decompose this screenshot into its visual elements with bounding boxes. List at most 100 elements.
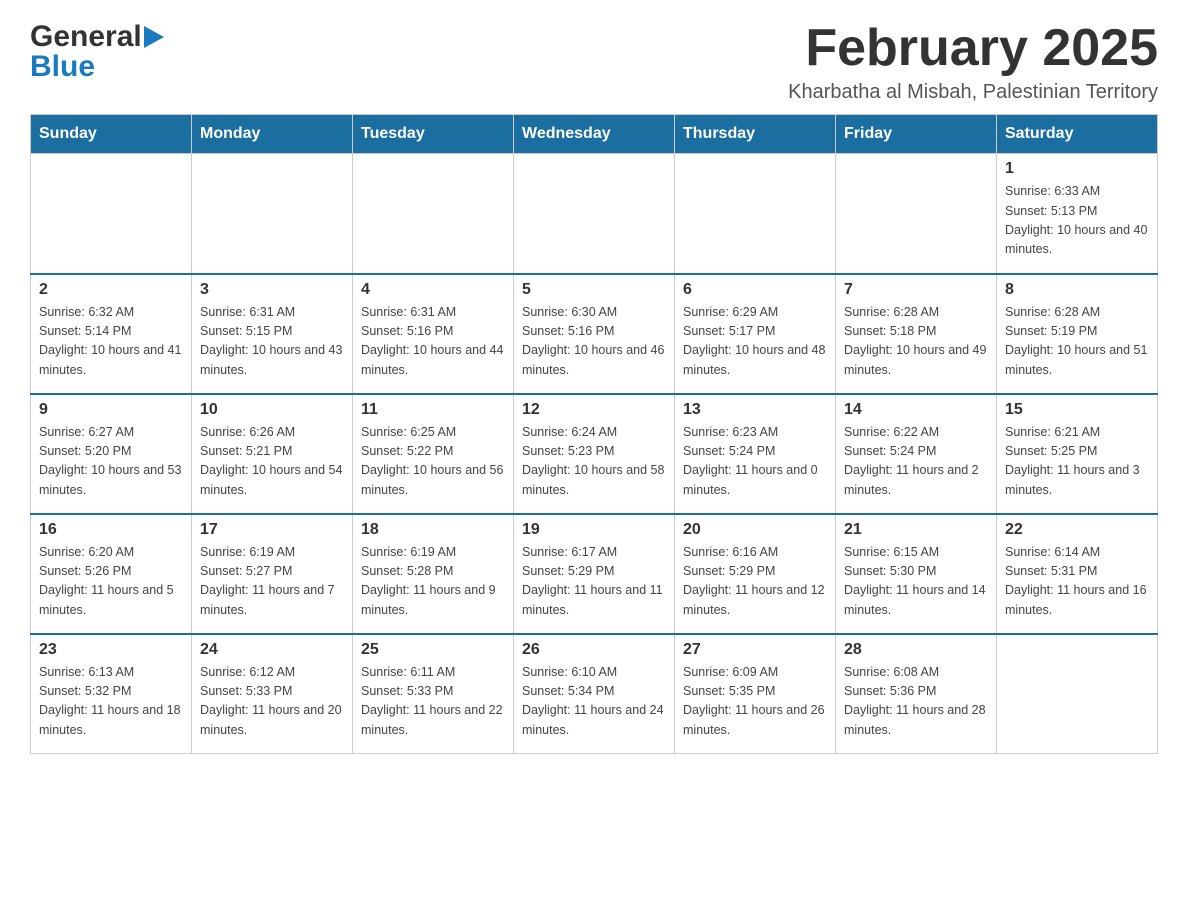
day-info: Sunrise: 6:19 AM Sunset: 5:28 PM Dayligh…	[361, 543, 505, 621]
calendar-cell	[353, 154, 514, 274]
calendar-cell	[675, 154, 836, 274]
calendar-title: February 2025	[788, 20, 1158, 77]
calendar-cell: 3 Sunrise: 6:31 AM Sunset: 5:15 PM Daylig…	[192, 274, 353, 394]
day-info: Sunrise: 6:27 AM Sunset: 5:20 PM Dayligh…	[39, 423, 183, 501]
day-number: 4	[361, 281, 505, 299]
day-info: Sunrise: 6:17 AM Sunset: 5:29 PM Dayligh…	[522, 543, 666, 621]
calendar-cell: 2 Sunrise: 6:32 AM Sunset: 5:14 PM Daylig…	[31, 274, 192, 394]
day-number: 6	[683, 281, 827, 299]
day-info: Sunrise: 6:15 AM Sunset: 5:30 PM Dayligh…	[844, 543, 988, 621]
day-info: Sunrise: 6:28 AM Sunset: 5:18 PM Dayligh…	[844, 303, 988, 381]
calendar-week-row: 16 Sunrise: 6:20 AM Sunset: 5:26 PM Dayli…	[31, 514, 1158, 634]
day-number: 5	[522, 281, 666, 299]
logo-blue-section	[142, 26, 166, 48]
day-number: 23	[39, 641, 183, 659]
header-monday: Monday	[192, 115, 353, 154]
calendar-week-row: 9 Sunrise: 6:27 AM Sunset: 5:20 PM Daylig…	[31, 394, 1158, 514]
day-info: Sunrise: 6:33 AM Sunset: 5:13 PM Dayligh…	[1005, 182, 1149, 260]
day-number: 21	[844, 521, 988, 539]
calendar-week-row: 1 Sunrise: 6:33 AM Sunset: 5:13 PM Daylig…	[31, 154, 1158, 274]
day-info: Sunrise: 6:31 AM Sunset: 5:16 PM Dayligh…	[361, 303, 505, 381]
header-sunday: Sunday	[31, 115, 192, 154]
calendar-subtitle: Kharbatha al Misbah, Palestinian Territo…	[788, 81, 1158, 104]
calendar-cell: 22 Sunrise: 6:14 AM Sunset: 5:31 PM Dayli…	[997, 514, 1158, 634]
calendar-cell: 16 Sunrise: 6:20 AM Sunset: 5:26 PM Dayli…	[31, 514, 192, 634]
day-number: 18	[361, 521, 505, 539]
header-thursday: Thursday	[675, 115, 836, 154]
day-number: 26	[522, 641, 666, 659]
day-number: 7	[844, 281, 988, 299]
day-info: Sunrise: 6:23 AM Sunset: 5:24 PM Dayligh…	[683, 423, 827, 501]
day-info: Sunrise: 6:12 AM Sunset: 5:33 PM Dayligh…	[200, 663, 344, 741]
day-number: 2	[39, 281, 183, 299]
calendar-cell: 5 Sunrise: 6:30 AM Sunset: 5:16 PM Daylig…	[514, 274, 675, 394]
day-number: 9	[39, 401, 183, 419]
page-header: General Blue February 2025 Kharbatha al …	[30, 20, 1158, 104]
day-info: Sunrise: 6:19 AM Sunset: 5:27 PM Dayligh…	[200, 543, 344, 621]
calendar-cell: 28 Sunrise: 6:08 AM Sunset: 5:36 PM Dayli…	[836, 634, 997, 754]
calendar-title-area: February 2025 Kharbatha al Misbah, Pales…	[788, 20, 1158, 104]
day-info: Sunrise: 6:24 AM Sunset: 5:23 PM Dayligh…	[522, 423, 666, 501]
day-info: Sunrise: 6:21 AM Sunset: 5:25 PM Dayligh…	[1005, 423, 1149, 501]
day-info: Sunrise: 6:13 AM Sunset: 5:32 PM Dayligh…	[39, 663, 183, 741]
day-number: 13	[683, 401, 827, 419]
calendar-cell: 4 Sunrise: 6:31 AM Sunset: 5:16 PM Daylig…	[353, 274, 514, 394]
calendar-cell: 26 Sunrise: 6:10 AM Sunset: 5:34 PM Dayli…	[514, 634, 675, 754]
calendar-cell: 19 Sunrise: 6:17 AM Sunset: 5:29 PM Dayli…	[514, 514, 675, 634]
calendar-cell	[192, 154, 353, 274]
day-number: 12	[522, 401, 666, 419]
header-tuesday: Tuesday	[353, 115, 514, 154]
day-info: Sunrise: 6:20 AM Sunset: 5:26 PM Dayligh…	[39, 543, 183, 621]
weekday-header-row: Sunday Monday Tuesday Wednesday Thursday…	[31, 115, 1158, 154]
calendar-cell: 6Sunrise: 6:29 AM Sunset: 5:17 PM Daylig…	[675, 274, 836, 394]
calendar-table: Sunday Monday Tuesday Wednesday Thursday…	[30, 114, 1158, 754]
day-number: 27	[683, 641, 827, 659]
day-info: Sunrise: 6:08 AM Sunset: 5:36 PM Dayligh…	[844, 663, 988, 741]
calendar-cell: 10 Sunrise: 6:26 AM Sunset: 5:21 PM Dayli…	[192, 394, 353, 514]
day-info: Sunrise: 6:10 AM Sunset: 5:34 PM Dayligh…	[522, 663, 666, 741]
header-saturday: Saturday	[997, 115, 1158, 154]
calendar-cell: 25Sunrise: 6:11 AM Sunset: 5:33 PM Dayli…	[353, 634, 514, 754]
day-info: Sunrise: 6:32 AM Sunset: 5:14 PM Dayligh…	[39, 303, 183, 381]
logo: General Blue	[30, 20, 166, 84]
calendar-cell: 8Sunrise: 6:28 AM Sunset: 5:19 PM Daylig…	[997, 274, 1158, 394]
day-info: Sunrise: 6:31 AM Sunset: 5:15 PM Dayligh…	[200, 303, 344, 381]
calendar-week-row: 23 Sunrise: 6:13 AM Sunset: 5:32 PM Dayli…	[31, 634, 1158, 754]
day-number: 1	[1005, 160, 1149, 178]
calendar-cell	[997, 634, 1158, 754]
day-number: 10	[200, 401, 344, 419]
day-number: 17	[200, 521, 344, 539]
calendar-cell: 14 Sunrise: 6:22 AM Sunset: 5:24 PM Dayli…	[836, 394, 997, 514]
calendar-cell: 24 Sunrise: 6:12 AM Sunset: 5:33 PM Dayli…	[192, 634, 353, 754]
logo-general-text: General	[30, 20, 142, 54]
day-info: Sunrise: 6:30 AM Sunset: 5:16 PM Dayligh…	[522, 303, 666, 381]
logo-arrow-icon	[144, 26, 164, 48]
logo-blue-text: Blue	[30, 50, 95, 84]
day-info: Sunrise: 6:14 AM Sunset: 5:31 PM Dayligh…	[1005, 543, 1149, 621]
day-number: 3	[200, 281, 344, 299]
day-number: 22	[1005, 521, 1149, 539]
day-number: 28	[844, 641, 988, 659]
day-info: Sunrise: 6:11 AM Sunset: 5:33 PM Dayligh…	[361, 663, 505, 741]
calendar-week-row: 2 Sunrise: 6:32 AM Sunset: 5:14 PM Daylig…	[31, 274, 1158, 394]
day-number: 8	[1005, 281, 1149, 299]
calendar-cell: 27 Sunrise: 6:09 AM Sunset: 5:35 PM Dayli…	[675, 634, 836, 754]
day-info: Sunrise: 6:26 AM Sunset: 5:21 PM Dayligh…	[200, 423, 344, 501]
day-number: 16	[39, 521, 183, 539]
day-info: Sunrise: 6:09 AM Sunset: 5:35 PM Dayligh…	[683, 663, 827, 741]
calendar-cell: 17 Sunrise: 6:19 AM Sunset: 5:27 PM Dayli…	[192, 514, 353, 634]
day-info: Sunrise: 6:22 AM Sunset: 5:24 PM Dayligh…	[844, 423, 988, 501]
header-wednesday: Wednesday	[514, 115, 675, 154]
calendar-cell	[514, 154, 675, 274]
day-number: 20	[683, 521, 827, 539]
day-number: 24	[200, 641, 344, 659]
day-number: 19	[522, 521, 666, 539]
calendar-cell: 13 Sunrise: 6:23 AM Sunset: 5:24 PM Dayli…	[675, 394, 836, 514]
calendar-cell: 20Sunrise: 6:16 AM Sunset: 5:29 PM Dayli…	[675, 514, 836, 634]
day-number: 14	[844, 401, 988, 419]
calendar-cell: 15Sunrise: 6:21 AM Sunset: 5:25 PM Dayli…	[997, 394, 1158, 514]
calendar-cell: 9 Sunrise: 6:27 AM Sunset: 5:20 PM Daylig…	[31, 394, 192, 514]
calendar-cell	[836, 154, 997, 274]
calendar-cell	[31, 154, 192, 274]
calendar-cell: 7 Sunrise: 6:28 AM Sunset: 5:18 PM Daylig…	[836, 274, 997, 394]
